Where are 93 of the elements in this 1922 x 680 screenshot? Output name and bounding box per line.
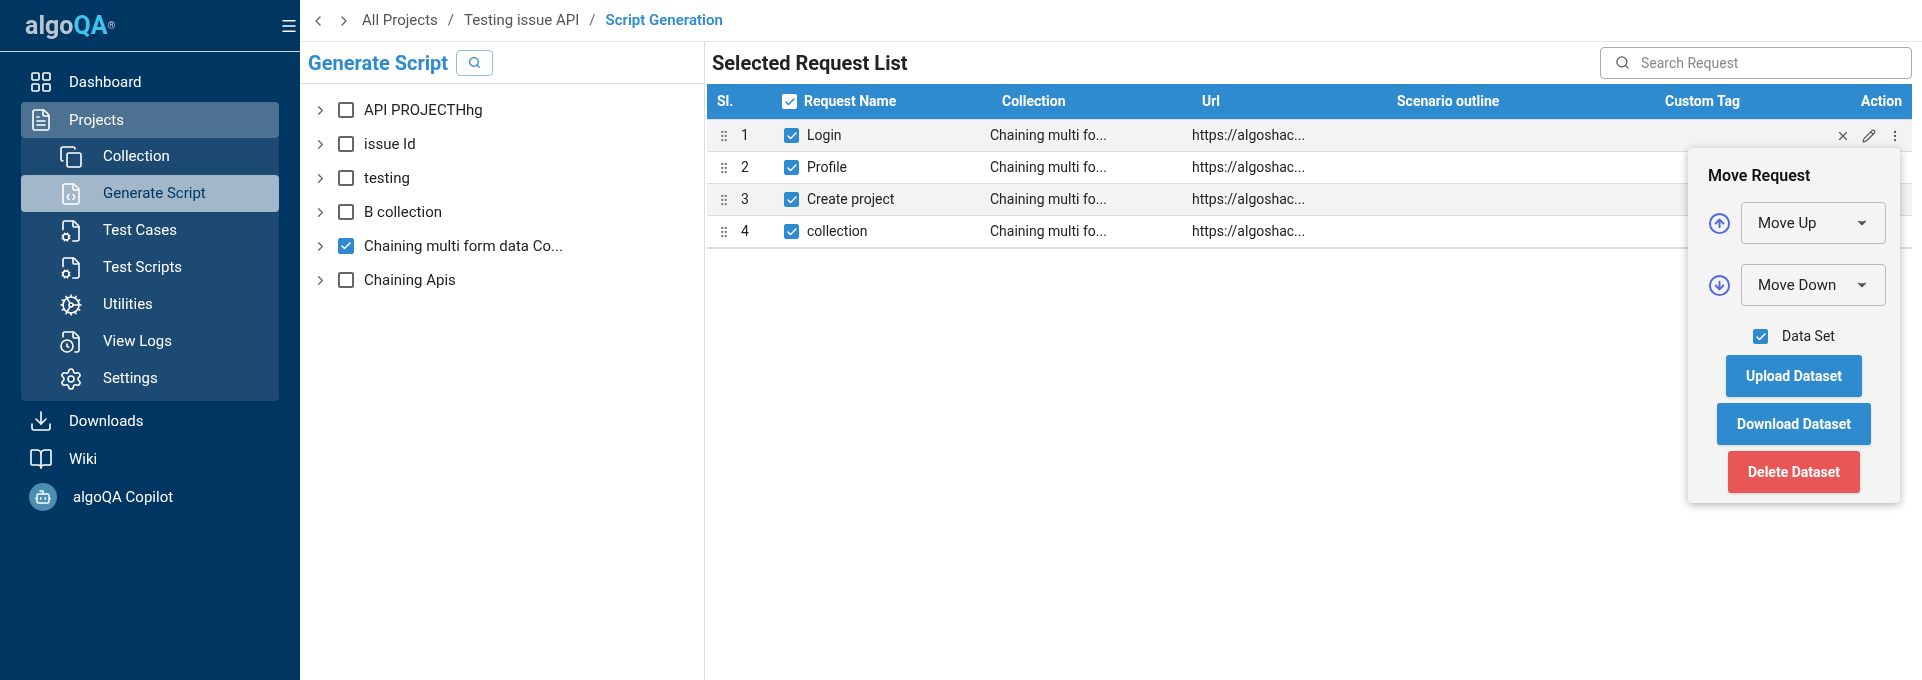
pencil-icon[interactable] [1862,128,1876,143]
checkbox[interactable] [338,238,354,254]
table-cell-text: Profile [807,158,847,177]
file-gear-icon [59,218,83,243]
sidebar-subitem[interactable]: Settings [21,360,279,397]
move-up-dropdown[interactable]: Move Up [1741,202,1886,244]
check-icon [340,240,352,252]
checkbox[interactable] [1753,329,1769,344]
table-cell-text: Chaining multi fo... [990,126,1108,145]
tree-item-label[interactable]: B collection [364,200,442,224]
panel-title: Generate Script [308,49,449,77]
tree-item-label[interactable]: testing [364,166,410,190]
table-cell-text: 3 [741,190,749,209]
script-file-icon [59,181,83,206]
checkbox[interactable] [784,128,799,143]
column-header: Sl. [716,92,735,111]
sidebar-subitem[interactable]: Collection [21,138,279,175]
tree-item-label[interactable]: Chaining Apis [364,268,456,292]
sidebar-subitem[interactable]: View Logs [21,323,279,360]
sidebar-subitem[interactable]: Utilities [21,286,279,323]
sidebar-item[interactable]: algoQA Copilot [21,479,279,515]
table-cell-text: 1 [741,126,749,145]
dataset-button[interactable]: Download Dataset [1717,403,1871,445]
sidebar-item[interactable]: Downloads [21,403,279,439]
sidebar-subitem[interactable]: Test Scripts [21,249,279,286]
table-cell-text: https://algoshac... [1191,126,1307,145]
tree-item-label[interactable]: issue Id [364,132,416,156]
check-icon [785,129,798,142]
column-header: Custom Tag [1664,92,1742,111]
column-header: Scenario outline [1396,92,1501,111]
table-cell-text: 2 [741,158,749,177]
arrow-down-icon[interactable] [1708,273,1731,297]
checkbox[interactable] [784,192,799,207]
search-icon [1615,55,1630,70]
table-cell-text: Chaining multi fo... [990,222,1108,241]
table-cell-text: Chaining multi fo... [990,158,1108,177]
check-icon [785,193,798,206]
sidebar-subitem[interactable]: Generate Script [21,175,279,212]
move-down-dropdown[interactable]: Move Down [1741,264,1886,306]
dataset-button[interactable]: Delete Dataset [1728,451,1860,493]
table-cell-text: https://algoshac... [1191,190,1307,209]
checkbox[interactable] [338,170,354,186]
check-icon [785,161,798,174]
column-header: Collection [1001,92,1067,111]
cog-icon [59,292,83,317]
checkbox[interactable] [338,272,354,288]
dataset-button[interactable]: Upload Dataset [1726,355,1862,397]
breadcrumb-link[interactable]: Testing issue API [464,9,580,32]
table-cell-text: Chaining multi fo... [990,190,1108,209]
grid-icon [29,70,53,94]
robot-avatar-icon [29,483,57,511]
search-button[interactable] [456,49,494,76]
table-cell-text: https://algoshac... [1191,222,1307,241]
logo: algoQA$^{®}$ [25,13,116,38]
checkbox-label: Data Set [1782,327,1835,346]
book-icon [29,447,53,471]
settings-icon [59,366,83,391]
sidebar-item[interactable]: Wiki [21,441,279,477]
download-icon [29,409,53,433]
copy-icon [59,144,83,169]
breadcrumb-separator: / [447,10,454,32]
checkbox[interactable] [784,160,799,175]
tree-item-label[interactable]: API PROJECTHhg [364,98,483,122]
breadcrumb-separator: / [589,10,596,32]
table-cell-text: 4 [741,222,749,241]
file-gear-icon [59,255,83,280]
check-icon [785,225,798,238]
column-header: Action [1860,92,1903,111]
table-cell-text: Create project [807,190,895,209]
panel-title: Selected Request List [712,50,908,77]
checkbox[interactable] [338,136,354,152]
document-icon [29,108,53,132]
arrow-up-icon[interactable] [1708,211,1731,235]
column-header: Url [1201,92,1222,111]
sidebar-subitem[interactable]: Test Cases [21,212,279,249]
checkbox[interactable] [784,224,799,239]
checkbox[interactable] [782,94,797,109]
table-row[interactable]: 1 Login Chaining multi fo... https://algoshac... [707,119,1912,151]
search-field[interactable]: Search Request [1600,47,1912,79]
sidebar-item[interactable]: Projects [21,102,279,138]
breadcrumb-link[interactable]: All Projects [362,9,438,32]
check-icon [1754,330,1767,343]
checkbox[interactable] [338,102,354,118]
breadcrumb-link[interactable]: Script Generation [605,9,723,32]
table-cell-text: Login [807,126,842,145]
sidebar-item[interactable]: Dashboard [21,64,279,100]
table-cell-text: collection [807,222,868,241]
log-file-icon [59,329,83,354]
table-cell-text: https://algoshac... [1191,158,1307,177]
column-header: Request Name [804,92,897,111]
search-icon [468,56,482,69]
tree-item-label[interactable]: Chaining multi form data Co... [364,234,563,258]
checkbox[interactable] [338,204,354,220]
